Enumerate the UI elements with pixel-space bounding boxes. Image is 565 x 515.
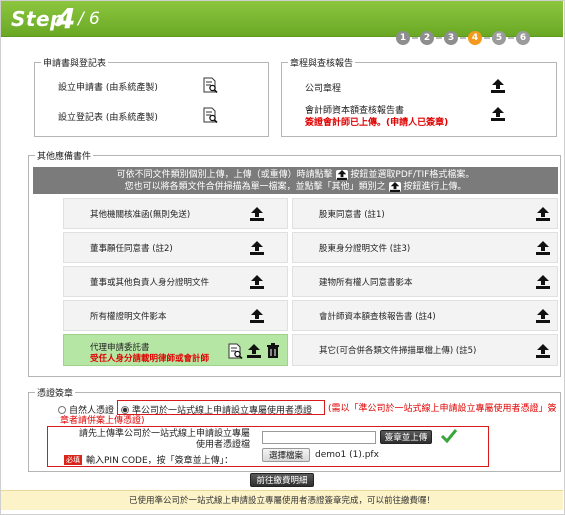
step-dot-5: 5 <box>492 31 506 45</box>
upload-icon[interactable] <box>535 344 551 358</box>
total-steps: 6 <box>89 9 100 29</box>
doc-cell-shareholder-id: 股東身分證明文件 (註3) <box>292 232 558 263</box>
doc-cell-label: 董事願任同意書 (註2) <box>90 243 173 254</box>
cert-upload-label: 請先上傳準公司於一站式線上申請設立專屬 使用者憑證檔 <box>60 429 250 451</box>
upload-icon <box>335 169 348 180</box>
check-icon <box>440 429 458 444</box>
upload-icon[interactable] <box>535 309 551 323</box>
banner-line1-b: 按鈕並選取PDF/TIF格式檔案。 <box>350 170 475 180</box>
charter-legend: 章程與查核報告 <box>288 56 356 69</box>
selected-file: demo1 (1).pfx <box>315 450 379 460</box>
doc-cell-label: 會計師資本額查核報告書 (註4) <box>319 311 436 322</box>
charter-label: 公司章程 <box>305 84 342 94</box>
application-forms-legend: 申請書與登記表 <box>41 56 109 69</box>
step-separator: / <box>78 9 84 29</box>
banner-line2-b: 按鈕進行上傳。 <box>403 182 467 192</box>
step-dot-3: 3 <box>444 31 458 45</box>
doc-cell-director-id: 董事或其他負責人身分證明文件 <box>63 266 288 297</box>
selected-file-name: demo1 (1).pfx <box>315 450 379 460</box>
upload-icon <box>388 181 401 192</box>
application-forms-section: 申請書與登記表 <box>34 56 269 137</box>
step-dot-4: 4 <box>468 31 482 45</box>
application-form-row: 設立申請書 (由系統產製) <box>58 80 158 93</box>
doc-cell-label: 董事或其他負責人身分證明文件 <box>90 277 210 288</box>
upload-icon[interactable] <box>249 275 265 289</box>
doc-cell-label: 其它(可合併各類文件掃描單檔上傳) (註5) <box>319 346 477 356</box>
step-dot-6: 6 <box>516 31 530 45</box>
doc-cell-other-combined: 其它(可合併各類文件掃描單檔上傳) (註5) <box>292 334 558 366</box>
doc-cell-label: 股東身分證明文件 (註3) <box>319 243 411 254</box>
document-search-icon[interactable] <box>202 77 218 93</box>
doc-cell-building-owner-consent: 建物所有權人同意書影本 <box>292 266 558 297</box>
choose-file-button[interactable]: 選擇檔案 <box>262 448 310 462</box>
sign-and-upload-button[interactable]: 簽章並上傳 <box>380 430 432 444</box>
required-badge: 必填 <box>64 454 82 465</box>
document-search-icon[interactable] <box>202 107 218 123</box>
registration-form-row: 設立登記表 (由系統產製) <box>58 110 158 123</box>
current-step-number: 4 <box>56 2 76 35</box>
charter-row: 公司章程 <box>305 81 341 94</box>
doc-cell-director-consent: 董事願任同意書 (註2) <box>63 232 288 263</box>
cert-upload-label-2: 使用者憑證檔 <box>195 440 250 450</box>
pin-code-row: 必填 輸入PIN CODE，按「簽章並上傳」： <box>64 453 233 466</box>
upload-icon[interactable] <box>490 79 506 93</box>
pin-code-input[interactable] <box>262 431 376 444</box>
instructions-banner: 可依不同文件類別個別上傳，上傳（或重傳）時請點擊 按鈕並選取PDF/TIF格式檔… <box>33 167 558 194</box>
doc-cell-agent-authorization: 代理申請委託書 受任人身分請載明律師或會計師 <box>63 334 288 366</box>
banner-line2-a: 您也可以將各類文件合併掃描為單一檔案，並點擊「其他」類別之 <box>124 182 386 192</box>
upload-icon[interactable] <box>535 275 551 289</box>
certificate-signing-legend: 憑證簽章 <box>35 386 76 399</box>
banner-line1-a: 可依不同文件類別個別上傳，上傳（或重傳）時請點擊 <box>116 170 333 180</box>
other-documents-legend: 其他應備書件 <box>35 149 94 162</box>
proceed-to-payment-button[interactable]: 前往繳費明細 <box>250 473 314 487</box>
doc-cell-label: 建物所有權人同意書影本 <box>319 277 413 288</box>
application-form-label: 設立申請書 (由系統產製) <box>58 83 158 93</box>
doc-cell-agency-approval: 其他機關核准函(無則免送) <box>63 198 288 229</box>
registration-form-label: 設立登記表 (由系統產製) <box>58 113 158 123</box>
document-search-icon[interactable] <box>227 343 243 359</box>
trash-icon[interactable] <box>265 343 281 359</box>
audit-report-note: 簽證會計師已上傳。(申請人已簽章) <box>305 118 449 128</box>
company-cert-note: (需以「準公司於一站式線上申請設立專屬使用者憑證」簽章者請併案上傳憑證) <box>60 404 557 426</box>
step-dot-1: 1 <box>396 31 410 45</box>
upload-icon[interactable] <box>246 344 262 358</box>
audit-report-status: 簽證會計師已上傳。(申請人已簽章) <box>305 115 448 128</box>
doc-cell-label: 股東同意書 (註1) <box>319 209 385 220</box>
upload-icon[interactable] <box>535 241 551 255</box>
step-progress: 1 2 3 4 5 6 <box>396 30 530 46</box>
doc-cell-label: 其他機關核准函(無則免送) <box>90 209 191 220</box>
doc-cell-note: 受任人身分請載明律師或會計師 <box>90 354 210 364</box>
upload-icon[interactable] <box>535 207 551 221</box>
doc-cell-audit-report: 會計師資本額查核報告書 (註4) <box>292 300 558 331</box>
step-dot-2: 2 <box>420 31 434 45</box>
doc-cell-label: 所有權證明文件影本 <box>90 311 167 322</box>
upload-icon[interactable] <box>249 207 265 221</box>
cert-upload-label-1: 請先上傳準公司於一站式線上申請設立專屬 <box>78 429 250 439</box>
upload-icon[interactable] <box>249 241 265 255</box>
upload-icon[interactable] <box>490 107 506 121</box>
completion-message: 已使用準公司於一站式線上申請設立專屬使用者憑證簽章完成，可以前往繳費囉！ <box>1 490 563 510</box>
pin-code-label: 輸入PIN CODE，按「簽章並上傳」： <box>86 456 234 466</box>
doc-cell-ownership-proof: 所有權證明文件影本 <box>63 300 288 331</box>
upload-icon[interactable] <box>249 309 265 323</box>
doc-cell-shareholder-consent: 股東同意書 (註1) <box>292 198 558 229</box>
